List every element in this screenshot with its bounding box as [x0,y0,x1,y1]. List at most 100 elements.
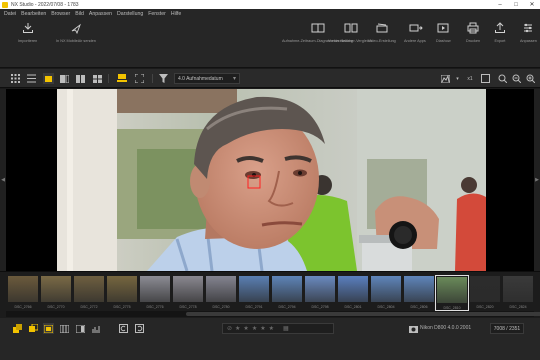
slideshow-button[interactable]: Diashow [436,22,451,44]
thumbnail-caption: DSC_2794 [278,305,296,309]
star-icon[interactable]: ★ [252,325,257,332]
menu-item-browser[interactable]: Browser [51,11,70,17]
filmstrip-thumbnail[interactable]: DSC_2776 [138,275,172,311]
fit-screen-button[interactable] [134,73,145,84]
separator [152,74,153,83]
filmstrip-thumbnail[interactable]: DSC_2801 [336,275,370,311]
left-panel-toggle[interactable]: ◀ [0,89,6,271]
thumbnail-image [74,276,104,302]
compare-layout-button[interactable] [59,323,70,334]
star-icon[interactable]: ★ [260,325,265,332]
zoom-out-button[interactable] [511,73,522,84]
label-icon [116,74,127,82]
thumbnail-caption: DSC_2775 [113,305,131,309]
filter-button[interactable] [158,73,169,84]
label-filter-button[interactable] [116,73,127,84]
thumbnail-caption: DSC_2772 [80,305,98,309]
filmstrip-thumbnail[interactable]: DSC_2794 [270,275,304,311]
fit-icon [481,74,490,83]
filmstrip-thumbnail[interactable]: DSC_2778 [171,275,205,311]
rotate-right-button[interactable] [134,323,145,334]
thumbnail-image [239,276,269,302]
histogram-button[interactable] [91,323,102,334]
protect-icon[interactable]: ▦ [283,325,289,332]
thumbnail-image [8,276,38,302]
thumbnail-caption: DSC_2804 [377,305,395,309]
zoom-in-button[interactable] [525,73,536,84]
filmstrip-thumbnail[interactable]: DSC_2798 [303,275,337,311]
zoom-level[interactable]: x1 [463,73,477,84]
split-view-button[interactable] [59,73,70,84]
menu-item-adjust[interactable]: Anpassen [89,11,112,17]
scrollbar-thumb[interactable] [186,312,540,316]
four-up-icon [93,74,102,83]
menu-item-edit[interactable]: Bearbeiten [21,11,46,17]
adjust-button[interactable]: Anpassen [520,22,537,44]
filter-icon [159,74,168,83]
star-icon[interactable]: ★ [269,325,274,332]
star-icon[interactable]: ★ [235,325,240,332]
four-up-view-button[interactable] [92,73,103,84]
filmstrip-thumbnail[interactable]: DSC_2806 [402,275,436,311]
minimize-icon[interactable]: – [492,0,508,9]
menu-item-help[interactable]: Hilfe [171,11,181,17]
thumbnail-image [503,276,533,302]
fit-button[interactable] [480,73,491,84]
filmstrip-thumbnail[interactable]: DSC_2824 [501,275,535,311]
import-button[interactable]: Importieren [18,22,37,44]
menu-item-window[interactable]: Fenster [148,11,166,17]
single-view-button[interactable] [43,73,54,84]
zoom-dropdown-button[interactable]: ▾ [452,73,463,84]
right-panel-toggle[interactable]: ▶ [534,89,540,271]
thumbnail-caption: DSC_2806 [410,305,428,309]
two-up-icon [76,74,85,83]
movie-editor-button[interactable]: Video-Erstellung [368,22,396,44]
reject-icon[interactable]: ⊘ [227,325,232,332]
app-logo-icon [2,1,8,8]
thumbnail-caption: DSC_2820 [476,305,494,309]
status-bar: ⊘ ★ ★ ★ ★ ★ ▦ Nikon D800 4.0.0 2001 7008… [0,318,540,360]
histogram-toggle-button[interactable] [440,73,451,84]
filmstrip-thumbnail[interactable]: DSC_2804 [369,275,403,311]
other-apps-button[interactable]: Andere Apps [404,22,426,44]
menu-item-file[interactable]: Datei [4,11,16,17]
filmstrip-thumbnail[interactable]: DSC_2766 [6,275,40,311]
filmstrip-thumbnail[interactable]: DSC_2780 [204,275,238,311]
info-panel-button[interactable] [75,323,86,334]
thumbnail-image [338,276,368,302]
filmstrip-thumbnail[interactable]: DSC_2772 [72,275,106,311]
filmstrip-thumbnail[interactable]: DSC_2791 [237,275,271,311]
filmstrip-scrollbar[interactable] [6,311,540,317]
export-button[interactable]: Export [494,22,506,44]
thumbnail-image [437,277,467,303]
movie-editor-icon [376,22,388,34]
sort-filter-select[interactable]: 4.0 Aufnahmedatum ▾ [174,73,240,84]
grid-view-button[interactable] [10,73,21,84]
loupe-button[interactable] [497,73,508,84]
adjust-icon [522,22,534,34]
image-viewer[interactable]: ◀ ▶ [0,89,540,271]
filmstrip-thumbnail[interactable]: DSC_2770 [39,275,73,311]
maximize-icon[interactable]: □ [508,0,524,9]
thumbnail-image [140,276,170,302]
label-color-icon[interactable] [12,323,23,334]
stack-icon[interactable] [28,323,39,334]
close-icon[interactable]: ✕ [524,0,540,9]
rotate-left-button[interactable] [118,323,129,334]
menu-item-view[interactable]: Darstellung [117,11,143,17]
thumbnail-image [173,276,203,302]
main-toolbar: Importieren In NX MobileAir senden Aufna… [0,18,540,68]
filmstrip-toggle-button[interactable] [43,323,54,334]
send-to-mobile-button[interactable]: In NX MobileAir senden [56,22,96,44]
print-button[interactable]: Drucken [466,22,480,44]
star-rating[interactable]: ⊘ ★ ★ ★ ★ ★ ▦ [222,323,334,334]
list-view-button[interactable] [26,73,37,84]
two-up-view-button[interactable] [75,73,86,84]
thumbnail-image [272,276,302,302]
filmstrip-thumbnail[interactable]: DSC_2775 [105,275,139,311]
filmstrip-thumbnail[interactable]: DSC_2810 [435,275,469,311]
filmstrip-thumbnail[interactable]: DSC_2820 [468,275,502,311]
menu-item-image[interactable]: Bild [75,11,84,17]
star-icon[interactable]: ★ [243,325,248,332]
before-after-button[interactable]: Vorher-Nachher-Vergleich [328,22,372,44]
